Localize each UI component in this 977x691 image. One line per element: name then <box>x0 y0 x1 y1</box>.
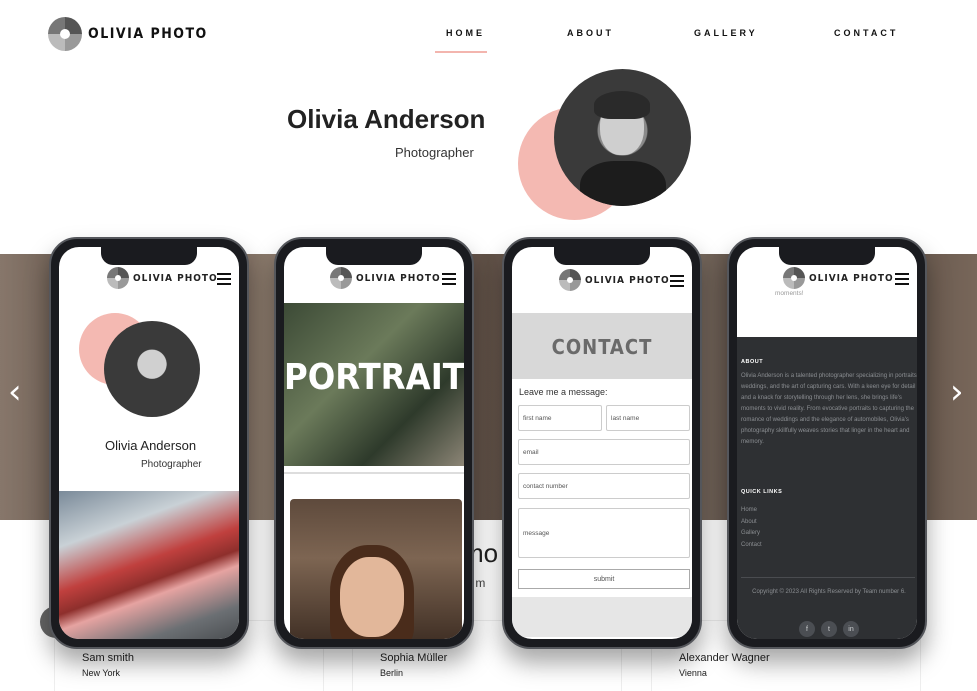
divider <box>741 577 915 578</box>
page-section <box>512 597 692 637</box>
phone-logo: OLIVIA PHOTO <box>107 267 218 289</box>
phone-mockup-home: OLIVIA PHOTO Olivia Anderson Photographe… <box>49 237 249 649</box>
contact-title: CONTACT <box>551 335 653 359</box>
hamburger-menu-icon[interactable] <box>442 273 456 285</box>
chevron-right-icon[interactable]: › <box>950 372 964 412</box>
phone-notch <box>554 247 650 265</box>
phone-screen: moments! OLIVIA PHOTO ABOUT Olivia Ander… <box>737 247 917 639</box>
contact-form-heading: Leave me a message: <box>519 387 608 397</box>
phone-logo: OLIVIA PHOTO <box>783 267 894 289</box>
divider <box>284 472 464 474</box>
hamburger-menu-icon[interactable] <box>670 275 684 287</box>
testimonial-name: Sam smith <box>82 652 134 664</box>
footer-links: Home About Gallery Contact <box>741 505 762 551</box>
profile-photo <box>554 69 691 206</box>
testimonial-city: Vienna <box>679 668 707 678</box>
nav-gallery[interactable]: GALLERY <box>694 28 758 38</box>
footer-about-heading: ABOUT <box>741 359 764 365</box>
nav-home[interactable]: HOME <box>446 28 485 38</box>
aperture-logo-icon <box>107 267 129 289</box>
footer-link-about[interactable]: About <box>741 517 762 529</box>
phone-notch <box>779 247 875 265</box>
email-field[interactable]: email <box>518 439 690 465</box>
photo-face <box>340 557 404 637</box>
portrait-photo[interactable] <box>290 499 462 639</box>
hamburger-menu-icon[interactable] <box>217 273 231 285</box>
portraits-title: PORTRAITS <box>284 357 464 398</box>
phone-logo: OLIVIA PHOTO <box>559 269 670 291</box>
phone-notch <box>326 247 422 265</box>
linkedin-icon[interactable]: in <box>843 621 859 637</box>
copyright-text: Copyright © 2023 All Rights Reserved by … <box>752 589 906 595</box>
footer-about-text: Olivia Anderson is a talented photograph… <box>741 373 917 445</box>
message-field[interactable]: message <box>518 508 690 558</box>
phone-mockup-gallery: OLIVIA PHOTO PORTRAITS <box>274 237 474 649</box>
phone-screen: OLIVIA PHOTO CONTACT Leave me a message:… <box>512 247 692 639</box>
phone-hero-name: Olivia Anderson <box>105 438 197 453</box>
last-name-field[interactable]: last name <box>606 405 690 431</box>
photo-body <box>580 161 666 206</box>
profile-photo <box>104 321 200 417</box>
photo-hair <box>594 91 650 119</box>
phone-hero-role: Photographer <box>141 459 202 470</box>
hero-name: Olivia Anderson <box>287 104 486 134</box>
aperture-logo-icon <box>783 267 805 289</box>
main-nav: HOME ABOUT GALLERY CONTACT <box>0 28 977 58</box>
phone-notch <box>101 247 197 265</box>
phone-mockup-footer: moments! OLIVIA PHOTO ABOUT Olivia Ander… <box>727 237 927 649</box>
hero-role: Photographer <box>395 145 474 160</box>
cars-photo <box>59 491 239 639</box>
submit-button[interactable]: submit <box>518 569 690 589</box>
phone-brand-name: OLIVIA PHOTO <box>356 272 441 284</box>
aperture-logo-icon <box>330 267 352 289</box>
facebook-icon[interactable]: f <box>799 621 815 637</box>
nav-contact[interactable]: CONTACT <box>834 28 898 38</box>
phone-brand-name: OLIVIA PHOTO <box>133 272 218 284</box>
testimonial-name: Alexander Wagner <box>679 652 770 664</box>
overlapping-text: moments! <box>775 290 804 297</box>
phone-screen: OLIVIA PHOTO PORTRAITS <box>284 247 464 639</box>
phone-logo: OLIVIA PHOTO <box>330 267 441 289</box>
phone-screen: OLIVIA PHOTO Olivia Anderson Photographe… <box>59 247 239 639</box>
first-name-field[interactable]: first name <box>518 405 602 431</box>
phone-brand-name: OLIVIA PHOTO <box>585 274 670 286</box>
testimonial-name: Sophia Müller <box>380 652 448 664</box>
testimonial-city: New York <box>82 668 121 678</box>
page: OLIVIA PHOTO HOME ABOUT GALLERY CONTACT … <box>0 0 977 691</box>
footer-link-home[interactable]: Home <box>741 505 762 517</box>
twitter-icon[interactable]: t <box>821 621 837 637</box>
nav-about[interactable]: ABOUT <box>567 28 614 38</box>
phone-mockup-contact: OLIVIA PHOTO CONTACT Leave me a message:… <box>502 237 702 649</box>
nav-active-indicator <box>435 51 487 53</box>
testimonial-city: Berlin <box>380 668 404 678</box>
footer-links-heading: QUICK LINKS <box>741 489 783 495</box>
contact-number-field[interactable]: contact number <box>518 473 690 499</box>
hamburger-menu-icon[interactable] <box>895 273 909 285</box>
phone-brand-name: OLIVIA PHOTO <box>809 272 894 284</box>
footer-link-gallery[interactable]: Gallery <box>741 528 762 540</box>
aperture-logo-icon <box>559 269 581 291</box>
chevron-left-icon[interactable]: ‹ <box>8 372 22 412</box>
footer-link-contact[interactable]: Contact <box>741 540 762 552</box>
